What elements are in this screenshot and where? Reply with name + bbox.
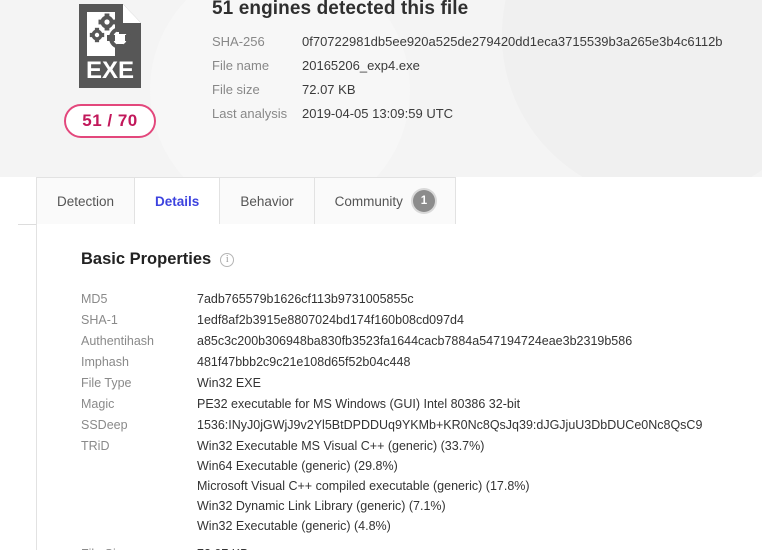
property-row-filetype: File Type Win32 EXE	[81, 373, 744, 393]
virustotal-file-report: EXE 51 / 70 51 engines detected this fil…	[0, 0, 762, 550]
meta-row-filename: File name 20165206_exp4.exe	[212, 58, 762, 82]
property-row-ssdeep: SSDeep 1536:INyJ0jGWjJ9v2Yl5BtDPDDUq9YKM…	[81, 415, 744, 435]
meta-label-filename: File name	[212, 58, 270, 73]
tab-detection-label: Detection	[57, 193, 115, 209]
meta-label-filesize: File size	[212, 82, 260, 97]
property-label-md5: MD5	[81, 292, 108, 306]
trid-entry: Win32 Dynamic Link Library (generic) (7.…	[197, 499, 446, 513]
tab-details-label: Details	[155, 193, 200, 209]
tab-details[interactable]: Details	[134, 177, 221, 225]
tab-community[interactable]: Community 1	[313, 177, 456, 224]
property-label-authentihash: Authentihash	[81, 334, 154, 348]
detection-ratio-badge[interactable]: 51 / 70	[64, 104, 156, 138]
property-label-trid: TRiD	[81, 439, 110, 453]
property-row-sha1: SHA-1 1edf8af2b3915e8807024bd174f160b08c…	[81, 310, 744, 330]
tab-community-badge: 1	[412, 190, 435, 212]
property-value-md5: 7adb765579b1626cf113b9731005855c	[197, 292, 414, 306]
property-row-authentihash: Authentihash a85c3c200b306948ba830fb3523…	[81, 331, 744, 351]
meta-value-sha256: 0f70722981db5ee920a525de279420dd1eca3715…	[302, 34, 723, 49]
property-label-ssdeep: SSDeep	[81, 418, 128, 432]
trid-entry: Win32 Executable MS Visual C++ (generic)…	[197, 439, 485, 453]
trid-entry-list: Win32 Executable MS Visual C++ (generic)…	[197, 436, 530, 536]
meta-value-filename: 20165206_exp4.exe	[302, 58, 420, 73]
tab-behavior[interactable]: Behavior	[219, 177, 315, 224]
trid-entry: Win64 Executable (generic) (29.8%)	[197, 459, 398, 473]
meta-row-filesize: File size 72.07 KB	[212, 82, 762, 106]
property-row-md5: MD5 7adb765579b1626cf113b9731005855c	[81, 289, 744, 309]
property-row-trid: TRiD Win32 Executable MS Visual C++ (gen…	[81, 436, 744, 536]
meta-value-filesize: 72.07 KB	[302, 82, 356, 97]
tab-behavior-label: Behavior	[240, 193, 294, 209]
detection-title: 51 engines detected this file	[212, 0, 469, 19]
property-row-file-size: File Size 72.07 KB	[81, 544, 744, 550]
property-value-ssdeep: 1536:INyJ0jGWjJ9v2Yl5BtDPDDUq9YKMb+KR0Nc…	[197, 418, 703, 432]
trid-entry: Win32 Executable (generic) (4.8%)	[197, 519, 391, 533]
report-card: Detection Details Behavior Community 1 B…	[18, 177, 744, 550]
basic-properties-heading: Basic Properties i	[81, 250, 744, 269]
meta-row-sha256: SHA-256 0f70722981db5ee920a525de279420dd…	[212, 34, 762, 58]
property-value-imphash: 481f47bbb2c9c21e108d65f52b04c448	[197, 355, 411, 369]
property-label-filetype: File Type	[81, 376, 132, 390]
file-type-block: EXE 51 / 70	[55, 2, 165, 138]
basic-properties-label: Basic Properties	[81, 250, 212, 268]
property-value-filetype: Win32 EXE	[197, 376, 261, 390]
property-label-file-size: File Size	[81, 544, 197, 550]
property-row-magic: Magic PE32 executable for MS Windows (GU…	[81, 394, 744, 414]
trid-entry: Microsoft Visual C++ compiled executable…	[197, 479, 530, 493]
property-value-authentihash: a85c3c200b306948ba830fb3523fa1644cacb788…	[197, 334, 633, 348]
svg-text:EXE: EXE	[86, 57, 134, 84]
details-panel: Basic Properties i MD5 7adb765579b1626cf…	[36, 224, 744, 550]
meta-label-sha256: SHA-256	[212, 34, 265, 49]
property-label-imphash: Imphash	[81, 355, 129, 369]
property-row-imphash: Imphash 481f47bbb2c9c21e108d65f52b04c448	[81, 352, 744, 372]
meta-value-last-analysis: 2019-04-05 13:09:59 UTC	[302, 106, 454, 121]
meta-row-last-analysis: Last analysis 2019-04-05 13:09:59 UTC	[212, 106, 762, 130]
tabbar: Detection Details Behavior Community 1	[36, 177, 456, 225]
info-icon[interactable]: i	[220, 252, 235, 267]
property-value-file-size: 72.07 KB	[197, 544, 248, 550]
property-label-sha1: SHA-1	[81, 313, 118, 327]
exe-file-icon: EXE	[79, 4, 141, 88]
file-summary-meta: 51 engines detected this file SHA-256 0f…	[212, 0, 762, 130]
property-value-sha1: 1edf8af2b3915e8807024bd174f160b08cd097d4	[197, 313, 464, 327]
meta-label-last-analysis: Last analysis	[212, 106, 288, 121]
property-value-magic: PE32 executable for MS Windows (GUI) Int…	[197, 397, 521, 411]
property-label-magic: Magic	[81, 397, 115, 411]
tab-detection[interactable]: Detection	[36, 177, 136, 224]
tab-community-label: Community	[334, 193, 403, 209]
